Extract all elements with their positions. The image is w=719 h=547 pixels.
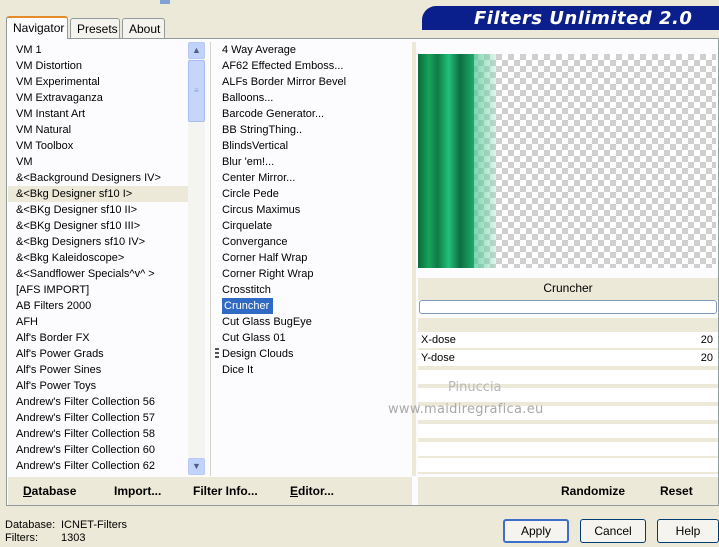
category-item[interactable]: VM Distortion bbox=[8, 58, 188, 74]
category-item[interactable]: VM bbox=[8, 154, 188, 170]
filter-item[interactable]: Convergance bbox=[214, 234, 410, 250]
category-item[interactable]: &<Bkg Designers sf10 IV> bbox=[8, 234, 188, 250]
help-button[interactable]: Help bbox=[657, 519, 719, 543]
grip-icon[interactable] bbox=[215, 348, 219, 360]
category-item[interactable]: VM Instant Art bbox=[8, 106, 188, 122]
filter-item[interactable]: BB StringThing.. bbox=[214, 122, 410, 138]
editor-button[interactable]: Editor... bbox=[290, 484, 334, 498]
preview-toolbar: Randomize Reset bbox=[418, 477, 718, 505]
filter-item[interactable]: Cirquelate bbox=[214, 218, 410, 234]
param-label: X-dose bbox=[421, 334, 456, 346]
tab-about[interactable]: About bbox=[122, 18, 165, 38]
category-item[interactable]: Alf's Border FX bbox=[8, 330, 188, 346]
category-item[interactable]: &<Background Designers IV> bbox=[8, 170, 188, 186]
param-slot bbox=[418, 424, 718, 438]
filter-list[interactable]: 4 Way Average AF62 Effected Emboss... ALFs… bbox=[214, 42, 410, 382]
filter-item[interactable]: ALFs Border Mirror Bevel bbox=[214, 74, 410, 90]
param-label: Y-dose bbox=[421, 352, 455, 364]
category-item[interactable]: AFH bbox=[8, 314, 188, 330]
category-scrollbar[interactable]: ▲ ≡ ▼ bbox=[188, 42, 205, 475]
filter-item[interactable]: Circus Maximus bbox=[214, 202, 410, 218]
apply-button[interactable]: Apply bbox=[503, 519, 569, 543]
category-item[interactable]: [AFS IMPORT] bbox=[8, 282, 188, 298]
navigator-toolbar: Database Import... Filter Info... Editor… bbox=[8, 477, 412, 505]
param-slot bbox=[418, 458, 718, 472]
param-y-dose[interactable]: Y-dose 20 bbox=[418, 350, 718, 366]
window-edge bbox=[160, 0, 170, 4]
filter-item[interactable]: Crosstitch bbox=[214, 282, 410, 298]
database-label: Database: bbox=[5, 519, 56, 531]
param-slot bbox=[418, 442, 718, 456]
preview-image bbox=[418, 54, 716, 268]
category-item[interactable]: Andrew's Filter Collection 56 bbox=[8, 394, 188, 410]
category-item[interactable]: &<BKg Designer sf10 II> bbox=[8, 202, 188, 218]
preview-green-strip bbox=[418, 54, 474, 268]
category-item[interactable]: Andrew's Filter Collection 58 bbox=[8, 426, 188, 442]
filter-item[interactable]: Corner Right Wrap bbox=[214, 266, 410, 282]
database-value: ICNET-Filters bbox=[61, 519, 127, 531]
param-value: 20 bbox=[700, 334, 713, 346]
database-button[interactable]: Database bbox=[23, 484, 76, 498]
list-divider bbox=[210, 42, 211, 476]
parameter-panel: X-dose 20 Y-dose 20 bbox=[418, 318, 718, 474]
filter-item[interactable]: Design Clouds bbox=[214, 346, 410, 362]
category-item[interactable]: VM 1 bbox=[8, 42, 188, 58]
tab-navigator[interactable]: Navigator bbox=[6, 16, 68, 39]
category-item[interactable]: AB Filters 2000 bbox=[8, 298, 188, 314]
category-list[interactable]: VM 1 VM Distortion VM Experimental VM Extra… bbox=[8, 42, 188, 476]
current-filter-name: Cruncher bbox=[418, 278, 718, 300]
param-x-dose[interactable]: X-dose 20 bbox=[418, 332, 718, 348]
category-item[interactable]: Alf's Power Grads bbox=[8, 346, 188, 362]
category-item[interactable]: Alf's Power Sines bbox=[8, 362, 188, 378]
category-item[interactable]: VM Toolbox bbox=[8, 138, 188, 154]
category-item[interactable]: &<Bkg Designer sf10 I> bbox=[8, 186, 188, 202]
filter-item[interactable]: Cut Glass 01 bbox=[214, 330, 410, 346]
scroll-up-icon[interactable]: ▲ bbox=[188, 42, 205, 59]
scroll-thumb[interactable]: ≡ bbox=[188, 60, 205, 122]
filter-info-button[interactable]: Filter Info... bbox=[193, 484, 258, 498]
preview-green-fade bbox=[474, 54, 496, 268]
cancel-button[interactable]: Cancel bbox=[580, 519, 646, 543]
filter-item[interactable]: Dice It bbox=[214, 362, 410, 378]
filter-item[interactable]: Center Mirror... bbox=[214, 170, 410, 186]
filters-count: 1303 bbox=[61, 532, 86, 544]
filters-label: Filters: bbox=[5, 532, 38, 544]
import-button[interactable]: Import... bbox=[114, 484, 161, 498]
watermark-name: Pinuccia bbox=[448, 380, 502, 395]
watermark-url: www.maidiregrafica.eu bbox=[388, 402, 544, 417]
filter-item[interactable]: Cruncher bbox=[222, 298, 274, 314]
filter-item[interactable]: BlindsVertical bbox=[214, 138, 410, 154]
tab-presets[interactable]: Presets bbox=[70, 18, 120, 38]
category-item[interactable]: &<Sandflower Specials^v^ > bbox=[8, 266, 188, 282]
progress-bar bbox=[419, 300, 717, 314]
filter-item[interactable]: 4 Way Average bbox=[214, 42, 410, 58]
category-item[interactable]: VM Natural bbox=[8, 122, 188, 138]
randomize-button[interactable]: Randomize bbox=[561, 484, 625, 498]
category-item[interactable]: VM Extravaganza bbox=[8, 90, 188, 106]
filter-item[interactable]: Corner Half Wrap bbox=[214, 250, 410, 266]
filter-item[interactable]: Cut Glass BugEye bbox=[214, 314, 410, 330]
reset-button[interactable]: Reset bbox=[660, 484, 693, 498]
filter-item[interactable]: Blur 'em!... bbox=[214, 154, 410, 170]
brand-title: Filters Unlimited 2.0 bbox=[422, 6, 719, 30]
filter-item[interactable]: Circle Pede bbox=[214, 186, 410, 202]
filter-item[interactable]: Balloons... bbox=[214, 90, 410, 106]
scroll-down-icon[interactable]: ▼ bbox=[188, 458, 205, 475]
category-item[interactable]: &<Bkg Kaleidoscope> bbox=[8, 250, 188, 266]
filter-item[interactable]: AF62 Effected Emboss... bbox=[214, 58, 410, 74]
category-item[interactable]: Andrew's Filter Collection 62 bbox=[8, 458, 188, 474]
category-item[interactable]: Alf's Power Toys bbox=[8, 378, 188, 394]
param-value: 20 bbox=[700, 352, 713, 364]
category-item[interactable]: &<BKg Designer sf10 III> bbox=[8, 218, 188, 234]
category-item[interactable]: Andrew's Filter Collection 60 bbox=[8, 442, 188, 458]
category-item[interactable]: Andrew's Filter Collection 57 bbox=[8, 410, 188, 426]
category-item[interactable]: VM Experimental bbox=[8, 74, 188, 90]
filter-item[interactable]: Barcode Generator... bbox=[214, 106, 410, 122]
